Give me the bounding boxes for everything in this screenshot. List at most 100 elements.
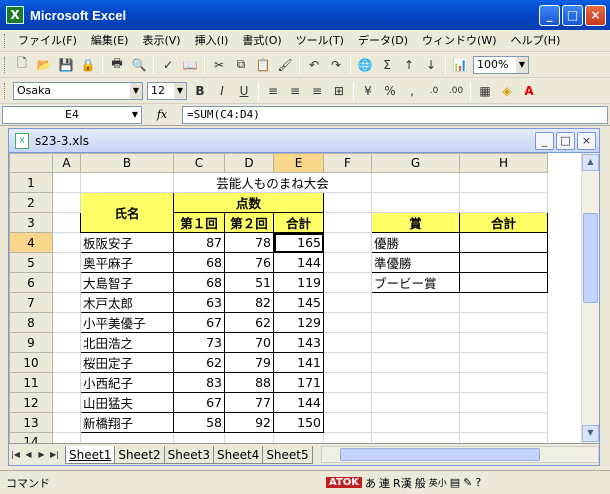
workbook-maximize-button[interactable]: □ bbox=[556, 132, 575, 150]
col-header-e[interactable]: E bbox=[273, 153, 324, 173]
col-header-b[interactable]: B bbox=[80, 153, 174, 173]
col-header-f[interactable]: F bbox=[323, 153, 372, 173]
open-icon[interactable]: 📂 bbox=[33, 54, 55, 76]
score1-cell[interactable]: 83 bbox=[173, 372, 225, 393]
name-cell[interactable]: 奥平麻子 bbox=[80, 252, 174, 273]
cell[interactable] bbox=[371, 312, 460, 333]
horizontal-scrollbar[interactable] bbox=[320, 446, 599, 463]
chevron-down-icon[interactable]: ▼ bbox=[130, 82, 142, 99]
score2-cell[interactable]: 78 bbox=[224, 232, 274, 253]
prize-total-header-cell[interactable]: 合計 bbox=[459, 212, 548, 233]
row-header[interactable]: 3 bbox=[9, 212, 53, 233]
scroll-down-icon[interactable]: ▼ bbox=[582, 425, 599, 442]
ime-mode-hiragana[interactable]: あ bbox=[365, 475, 376, 491]
menu-tools[interactable]: ツール(T) bbox=[289, 31, 351, 51]
toolbar-grip[interactable] bbox=[4, 82, 7, 99]
cell[interactable] bbox=[52, 272, 81, 293]
cell[interactable] bbox=[323, 192, 372, 213]
row-header[interactable]: 9 bbox=[9, 332, 53, 353]
name-cell[interactable]: 板阪安子 bbox=[80, 232, 174, 253]
col-header-g[interactable]: G bbox=[371, 153, 460, 173]
score1-cell[interactable]: 87 bbox=[173, 232, 225, 253]
zoom-select[interactable]: 100% ▼ bbox=[473, 55, 529, 74]
next-sheet-icon[interactable]: ▶ bbox=[35, 450, 48, 459]
cell[interactable] bbox=[371, 352, 460, 373]
hyperlink-icon[interactable]: 🌐 bbox=[354, 54, 376, 76]
cell[interactable] bbox=[323, 232, 372, 253]
cell[interactable] bbox=[371, 392, 460, 413]
name-cell[interactable]: 大島智子 bbox=[80, 272, 174, 293]
cell[interactable] bbox=[273, 432, 324, 443]
total-cell[interactable]: 141 bbox=[273, 352, 324, 373]
horizontal-scroll-thumb[interactable] bbox=[339, 448, 540, 461]
sheet-tab-2[interactable]: Sheet2 bbox=[114, 445, 165, 464]
prize-total-cell[interactable] bbox=[459, 232, 548, 253]
menu-file[interactable]: ファイル(F) bbox=[11, 31, 84, 51]
cell[interactable] bbox=[52, 412, 81, 433]
score2-cell[interactable]: 92 bbox=[224, 412, 274, 433]
paste-icon[interactable]: 📋 bbox=[252, 54, 274, 76]
total-cell[interactable]: 129 bbox=[273, 312, 324, 333]
cell[interactable] bbox=[323, 292, 372, 313]
ime-mode-alpha[interactable]: 英小 bbox=[429, 476, 447, 489]
prize-total-cell[interactable] bbox=[459, 272, 548, 293]
chevron-down-icon[interactable]: ▼ bbox=[174, 82, 186, 99]
name-cell[interactable]: 北田浩之 bbox=[80, 332, 174, 353]
cell[interactable] bbox=[52, 292, 81, 313]
menu-grip[interactable] bbox=[4, 33, 7, 48]
underline-button[interactable]: U bbox=[233, 80, 255, 102]
decrease-decimal-icon[interactable]: .00 bbox=[445, 80, 467, 102]
row-header[interactable]: 11 bbox=[9, 372, 53, 393]
cell[interactable] bbox=[323, 372, 372, 393]
row-header[interactable]: 8 bbox=[9, 312, 53, 333]
total-cell[interactable]: 144 bbox=[273, 392, 324, 413]
name-cell[interactable]: 小平美優子 bbox=[80, 312, 174, 333]
menu-help[interactable]: ヘルプ(H) bbox=[504, 31, 568, 51]
menu-format[interactable]: 書式(O) bbox=[235, 31, 288, 51]
percent-button[interactable]: % bbox=[379, 80, 401, 102]
cell[interactable] bbox=[371, 332, 460, 353]
comma-button[interactable]: , bbox=[401, 80, 423, 102]
row-header[interactable]: 6 bbox=[9, 272, 53, 293]
align-center-icon[interactable]: ≡ bbox=[284, 80, 306, 102]
name-cell[interactable]: 木戸太郎 bbox=[80, 292, 174, 313]
name-box[interactable]: E4 ▼ bbox=[2, 105, 142, 124]
select-all-corner[interactable] bbox=[9, 153, 53, 173]
score2-cell[interactable]: 70 bbox=[224, 332, 274, 353]
total-cell[interactable]: 143 bbox=[273, 332, 324, 353]
col-header-d[interactable]: D bbox=[224, 153, 274, 173]
cell[interactable] bbox=[224, 432, 274, 443]
row-header[interactable]: 1 bbox=[9, 172, 53, 193]
round1-header-cell[interactable]: 第１回 bbox=[173, 212, 225, 233]
fill-color-icon[interactable]: ◈ bbox=[496, 80, 518, 102]
sheet-tab-4[interactable]: Sheet4 bbox=[212, 445, 264, 464]
cell[interactable] bbox=[323, 432, 372, 443]
increase-decimal-icon[interactable]: .0 bbox=[423, 80, 445, 102]
last-sheet-icon[interactable]: ▶| bbox=[48, 450, 61, 459]
cell[interactable] bbox=[323, 252, 372, 273]
score2-cell[interactable]: 77 bbox=[224, 392, 274, 413]
workbook-minimize-button[interactable]: _ bbox=[535, 132, 554, 150]
close-button[interactable]: × bbox=[585, 5, 606, 26]
cell[interactable] bbox=[459, 292, 548, 313]
menu-edit[interactable]: 編集(E) bbox=[84, 31, 136, 51]
chart-wizard-icon[interactable]: 📊 bbox=[449, 54, 471, 76]
score1-cell[interactable]: 67 bbox=[173, 312, 225, 333]
cell[interactable] bbox=[80, 432, 174, 443]
name-cell[interactable]: 山田猛夫 bbox=[80, 392, 174, 413]
prize-cell[interactable]: 優勝 bbox=[371, 232, 460, 253]
cell[interactable] bbox=[371, 412, 460, 433]
cell[interactable] bbox=[459, 172, 548, 193]
redo-icon[interactable]: ↷ bbox=[325, 54, 347, 76]
name-cell[interactable]: 新橋翔子 bbox=[80, 412, 174, 433]
cell[interactable] bbox=[52, 312, 81, 333]
score2-cell[interactable]: 79 bbox=[224, 352, 274, 373]
print-icon[interactable]: 🖶 bbox=[106, 54, 128, 76]
total-cell[interactable]: 119 bbox=[273, 272, 324, 293]
score1-cell[interactable]: 73 bbox=[173, 332, 225, 353]
cell[interactable] bbox=[459, 192, 548, 213]
print-preview-icon[interactable]: 🔍 bbox=[128, 54, 150, 76]
cell[interactable] bbox=[323, 212, 372, 233]
format-painter-icon[interactable]: 🖌 bbox=[274, 54, 296, 76]
cell[interactable] bbox=[173, 432, 225, 443]
